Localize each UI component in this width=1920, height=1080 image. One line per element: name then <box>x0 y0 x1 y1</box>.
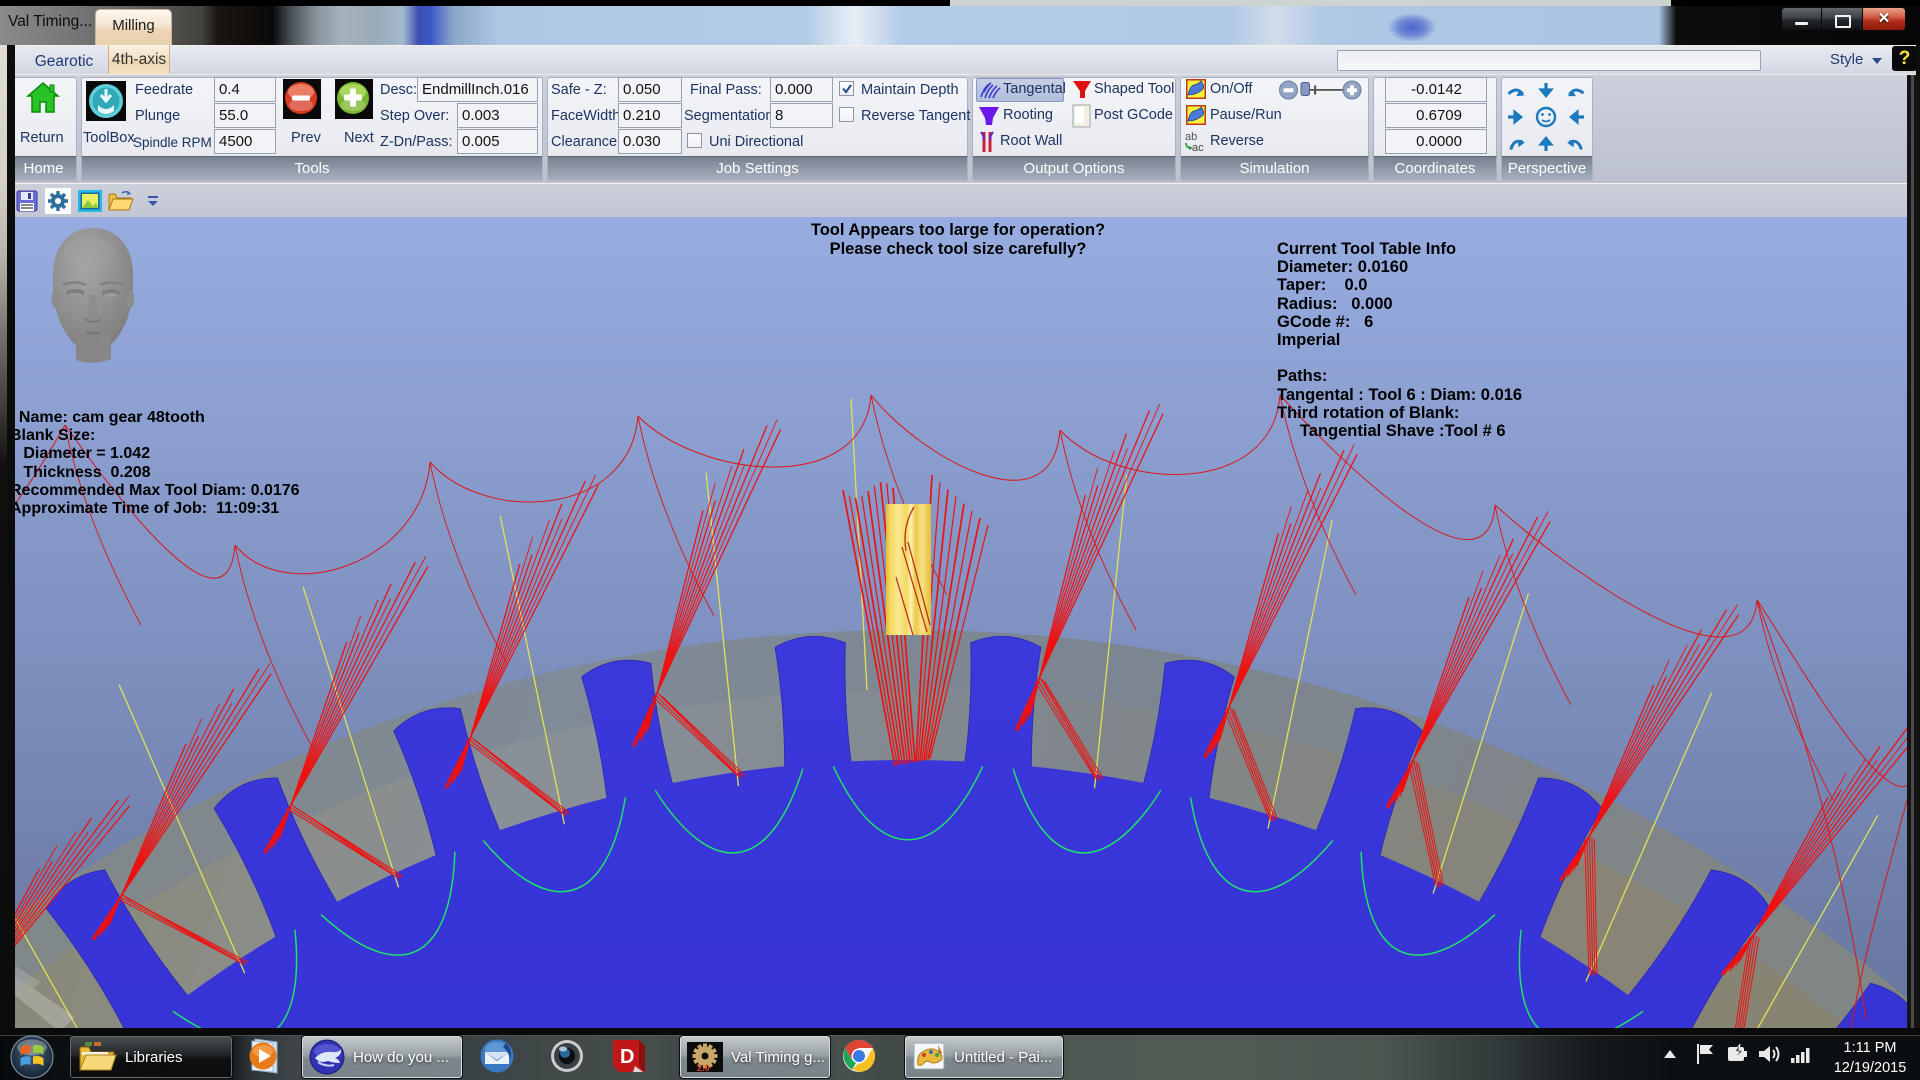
svg-text:2.0: 2.0 <box>697 1063 710 1072</box>
svg-text:ac: ac <box>1192 142 1204 154</box>
svg-text:D: D <box>620 1046 634 1068</box>
